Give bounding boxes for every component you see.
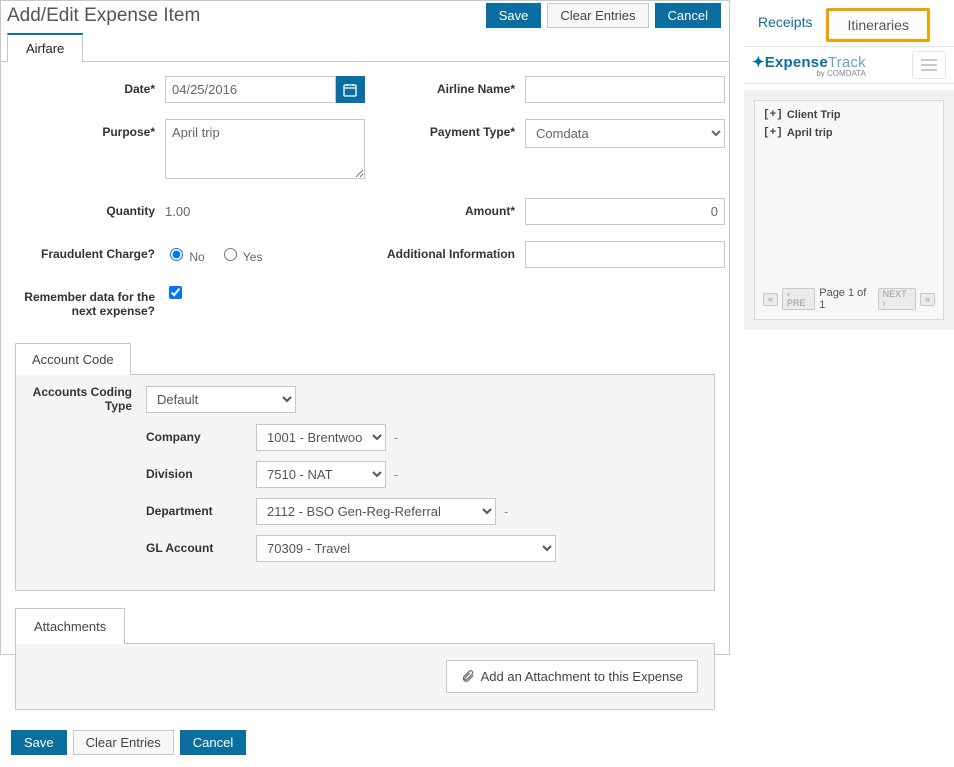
calendar-icon — [343, 83, 357, 97]
addl-info-label: Additional Information — [375, 241, 525, 261]
coding-type-label: Accounts Coding Type — [26, 385, 146, 414]
payment-type-label: Payment Type* — [375, 119, 525, 139]
expand-icon[interactable]: [+] — [763, 127, 783, 139]
department-label: Department — [146, 504, 256, 518]
payment-type-select[interactable]: Comdata — [525, 119, 725, 148]
fraud-yes-option[interactable]: Yes — [219, 245, 263, 264]
hamburger-icon — [921, 59, 937, 61]
itinerary-item-label: Client Trip — [787, 109, 841, 121]
prev-page-button[interactable]: ‹ PRE — [782, 288, 815, 310]
add-attachment-button[interactable]: Add an Attachment to this Expense — [446, 660, 698, 693]
page-indicator: Page 1 of 1 — [819, 287, 873, 311]
purpose-field[interactable]: April trip — [165, 119, 365, 179]
attachments-panel: Add an Attachment to this Expense — [15, 643, 715, 710]
menu-button[interactable] — [912, 51, 946, 79]
last-page-button[interactable]: » — [920, 293, 935, 306]
clear-entries-button-bottom[interactable]: Clear Entries — [73, 730, 174, 755]
division-label: Division — [146, 467, 256, 481]
brand-logo: ✦ExpenseTrack — [752, 53, 866, 71]
brand-icon: ✦ — [752, 54, 765, 71]
quantity-value: 1.00 — [165, 198, 365, 219]
dash: - — [394, 430, 398, 445]
company-label: Company — [146, 430, 256, 444]
coding-type-select[interactable]: Default — [146, 386, 296, 413]
department-select[interactable]: 2112 - BSO Gen-Reg-Referral — [256, 498, 496, 525]
account-code-panel: Accounts Coding Type Default Company 100… — [15, 374, 715, 591]
division-select[interactable]: 7510 - NAT — [256, 461, 386, 488]
itinerary-list: [+] Client Trip [+] April trip « ‹ PRE P… — [754, 100, 944, 320]
amount-field[interactable] — [525, 198, 725, 225]
fraud-no-option[interactable]: No — [165, 245, 205, 264]
itineraries-highlight: Itineraries — [826, 8, 929, 42]
company-select[interactable]: 1001 - Brentwood — [256, 424, 386, 451]
remember-checkbox[interactable] — [169, 286, 182, 299]
dash: - — [504, 504, 508, 519]
quantity-label: Quantity — [15, 198, 165, 218]
tab-account-code[interactable]: Account Code — [15, 343, 131, 375]
airline-field[interactable] — [525, 76, 725, 103]
clear-entries-button-top[interactable]: Clear Entries — [547, 3, 648, 28]
tab-airfare[interactable]: Airfare — [7, 33, 83, 62]
dash: - — [394, 467, 398, 482]
fraud-label: Fraudulent Charge? — [15, 241, 165, 261]
tab-attachments[interactable]: Attachments — [15, 608, 125, 644]
calendar-button[interactable] — [336, 76, 365, 103]
side-tab-itineraries[interactable]: Itineraries — [833, 15, 922, 35]
add-attachment-label: Add an Attachment to this Expense — [481, 669, 683, 684]
cancel-button-top[interactable]: Cancel — [655, 3, 721, 28]
remember-label: Remember data for the next expense? — [15, 284, 165, 318]
side-panel: Receipts Itineraries ✦ExpenseTrack by CO… — [730, 0, 954, 655]
page-title: Add/Edit Expense Item — [7, 5, 200, 27]
next-page-button[interactable]: NEXT › — [878, 288, 916, 310]
itinerary-item[interactable]: [+] Client Trip — [763, 109, 935, 121]
airline-label: Airline Name* — [375, 76, 525, 96]
addl-info-field[interactable] — [525, 241, 725, 268]
amount-label: Amount* — [375, 198, 525, 218]
purpose-label: Purpose* — [15, 119, 165, 139]
save-button-top[interactable]: Save — [486, 3, 542, 28]
side-tab-receipts[interactable]: Receipts — [744, 8, 826, 42]
paperclip-icon — [461, 669, 475, 683]
date-field[interactable] — [165, 76, 336, 103]
itinerary-item[interactable]: [+] April trip — [763, 127, 935, 139]
cancel-button-bottom[interactable]: Cancel — [180, 730, 246, 755]
first-page-button[interactable]: « — [763, 293, 778, 306]
expense-form-panel: Add/Edit Expense Item Save Clear Entries… — [0, 0, 730, 655]
save-button-bottom[interactable]: Save — [11, 730, 67, 755]
gl-account-select[interactable]: 70309 - Travel — [256, 535, 556, 562]
pager: « ‹ PRE Page 1 of 1 NEXT › » — [763, 287, 935, 311]
gl-account-label: GL Account — [146, 541, 256, 555]
date-label: Date* — [15, 76, 165, 96]
expand-icon[interactable]: [+] — [763, 109, 783, 121]
itinerary-item-label: April trip — [787, 127, 833, 139]
